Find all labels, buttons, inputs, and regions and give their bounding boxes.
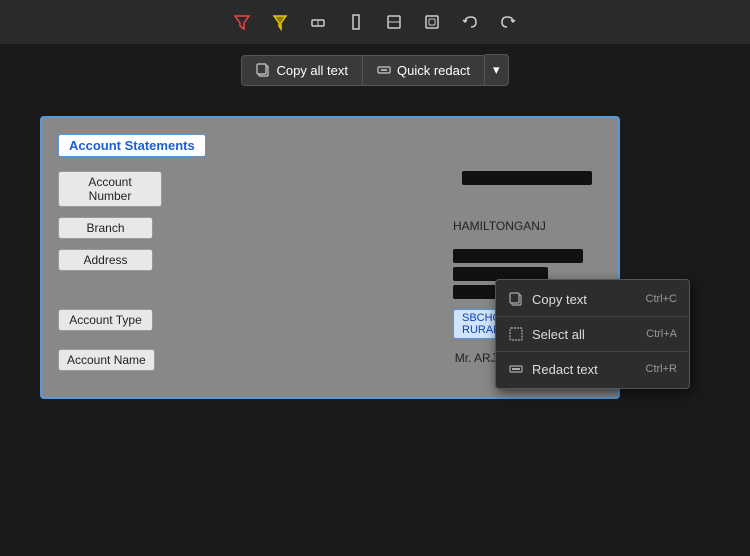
redact-icon	[508, 361, 524, 377]
copy-all-text-label: Copy all text	[276, 63, 348, 78]
content-area: Account Statements Account Number Branch…	[0, 96, 750, 419]
quick-redact-label: Quick redact	[397, 63, 470, 78]
copy-all-text-button[interactable]: Copy all text	[241, 55, 363, 86]
copy-all-text-icon	[256, 63, 270, 77]
crop-icon[interactable]	[382, 10, 406, 34]
stamp-icon[interactable]	[420, 10, 444, 34]
context-menu: Copy text Ctrl+C Select all Ctrl+A	[495, 279, 690, 389]
context-select-all-left: Select all	[508, 326, 585, 342]
address-redacted-1	[453, 249, 583, 263]
account-type-label: Account Type	[58, 309, 153, 331]
branch-value: HAMILTONGANJ	[453, 217, 593, 235]
redo-icon[interactable]	[496, 10, 520, 34]
context-redact-text[interactable]: Redact text Ctrl+R	[496, 354, 689, 384]
context-select-all-label: Select all	[532, 327, 585, 342]
account-number-value	[462, 171, 602, 185]
section-title: Account Statements	[58, 134, 206, 157]
branch-text: HAMILTONGANJ	[453, 219, 546, 233]
branch-row: Branch HAMILTONGANJ	[58, 217, 602, 239]
select-all-shortcut: Ctrl+A	[646, 328, 677, 340]
copy-icon	[508, 291, 524, 307]
dropdown-arrow-icon: ▾	[493, 62, 500, 78]
bookmark-icon[interactable]	[344, 10, 368, 34]
highlight-icon[interactable]	[268, 10, 292, 34]
context-redact-text-left: Redact text	[508, 361, 598, 377]
account-number-row: Account Number	[58, 171, 602, 207]
account-number-redacted	[462, 171, 592, 185]
select-all-icon	[508, 326, 524, 342]
undo-icon[interactable]	[458, 10, 482, 34]
action-bar: Copy all text Quick redact ▾	[0, 44, 750, 96]
redact-shortcut: Ctrl+R	[646, 363, 677, 375]
quick-redact-button[interactable]: Quick redact	[363, 55, 485, 86]
context-copy-text-label: Copy text	[532, 292, 587, 307]
eraser-icon[interactable]	[306, 10, 330, 34]
context-select-all[interactable]: Select all Ctrl+A	[496, 319, 689, 349]
copy-shortcut: Ctrl+C	[646, 293, 677, 305]
account-number-label: Account Number	[58, 171, 162, 207]
quick-redact-icon	[377, 63, 391, 77]
context-divider-1	[496, 316, 689, 317]
context-copy-text[interactable]: Copy text Ctrl+C	[496, 284, 689, 314]
address-label: Address	[58, 249, 153, 271]
context-redact-text-label: Redact text	[532, 362, 598, 377]
toolbar	[0, 0, 750, 44]
filter-icon[interactable]	[230, 10, 254, 34]
dropdown-button[interactable]: ▾	[485, 54, 509, 86]
branch-label: Branch	[58, 217, 153, 239]
context-divider-2	[496, 351, 689, 352]
account-name-label: Account Name	[58, 349, 155, 371]
context-copy-text-left: Copy text	[508, 291, 587, 307]
